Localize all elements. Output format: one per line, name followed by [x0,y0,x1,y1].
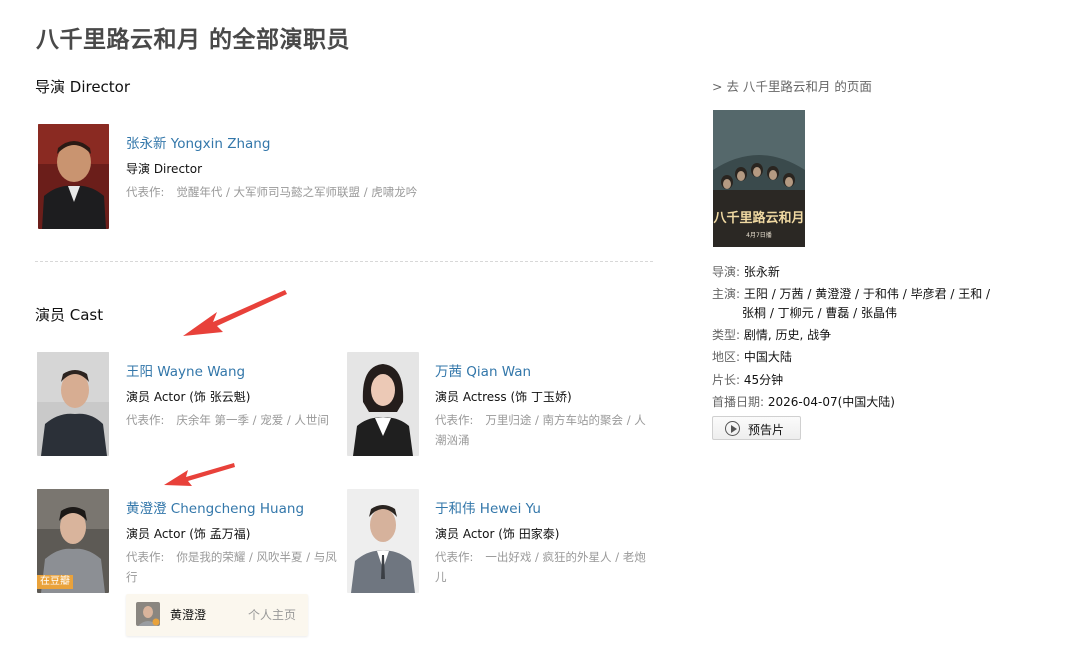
cast-photo-chengcheng-huang[interactable]: 在豆瓣 [37,489,109,593]
poster-title-text: 八千里路云和月 [713,210,805,226]
cast-photo-hewei-yu[interactable] [347,489,419,593]
info-stars: 主演: 王阳 / 万茜 / 黄澄澄 / 于和伟 / 毕彦君 / 王和 / [712,287,991,301]
section-title-cast: 演员 Cast [35,306,104,324]
cast-photo-wayne-wang[interactable] [37,352,109,456]
profile-hover-card[interactable]: 黄澄澄 个人主页 [126,594,308,636]
section-title-director: 导演 Director [35,78,131,96]
personal-homepage-link[interactable]: 个人主页 [248,606,296,623]
info-director: 导演: 张永新 [712,265,780,279]
info-premiere-date: 首播日期: 2026-04-07(中国大陆) [712,395,895,409]
trailer-button-label: 预告片 [748,423,785,437]
cast-name-link[interactable]: 万茜 Qian Wan [435,360,531,380]
info-length: 片长: 45分钟 [712,373,784,387]
cast-photo-qian-wan[interactable] [347,352,419,456]
info-genre: 类型: 剧情, 历史, 战争 [712,328,832,342]
play-icon [725,421,740,436]
poster-image[interactable]: 八千里路云和月 4月7日播 [713,110,805,247]
director-role: 导演 Director [126,162,203,176]
cast-works: 代表作: 一出好戏 / 疯狂的外星人 / 老炮儿 [435,550,646,584]
cast-works: 代表作: 庆余年 第一季 / 宠爱 / 人世间 [126,413,329,427]
trailer-button[interactable]: 预告片 [712,416,801,440]
back-to-subject-link[interactable]: > 去 八千里路云和月 的页面 [712,76,872,95]
cast-role: 演员 Actress (饰 丁玉娇) [435,390,572,404]
cast-name-link[interactable]: 于和伟 Hewei Yu [435,497,541,517]
cast-works: 代表作: 万里归途 / 南方车站的聚会 / 人潮汹涌 [435,413,646,447]
cast-role: 演员 Actor (饰 孟万福) [126,527,251,541]
info-stars-links[interactable]: 王阳 / 万茜 / 黄澄澄 / 于和伟 / 毕彦君 / 王和 / [744,287,990,301]
red-arrow-annotation [183,290,287,336]
director-name-link[interactable]: 张永新 Yongxin Zhang [126,132,270,152]
douban-badge: 在豆瓣 [37,575,73,589]
hover-card-name: 黄澄澄 [170,608,207,622]
info-stars-continued[interactable]: 张桐 / 丁柳元 / 曹磊 / 张晶伟 [742,304,897,321]
cast-name-link[interactable]: 王阳 Wayne Wang [126,360,245,380]
red-arrow-annotation [164,463,235,486]
info-director-link[interactable]: 张永新 [744,265,780,279]
cast-role: 演员 Actor (饰 田家泰) [435,527,560,541]
cast-works: 代表作: 你是我的荣耀 / 风吹半夏 / 与凤行 [126,550,337,584]
cast-name-link[interactable]: 黄澄澄 Chengcheng Huang [126,497,304,517]
director-works: 代表作: 觉醒年代 / 大军师司马懿之军师联盟 / 虎啸龙吟 [126,185,418,199]
page-title: 八千里路云和月 的全部演职员 [36,27,351,53]
info-region: 地区: 中国大陆 [712,350,792,364]
cast-role: 演员 Actor (饰 张云魁) [126,390,251,404]
section-divider [35,261,653,262]
poster-date-text: 4月7日播 [746,231,772,239]
director-photo[interactable] [38,124,109,229]
avatar [136,602,160,626]
